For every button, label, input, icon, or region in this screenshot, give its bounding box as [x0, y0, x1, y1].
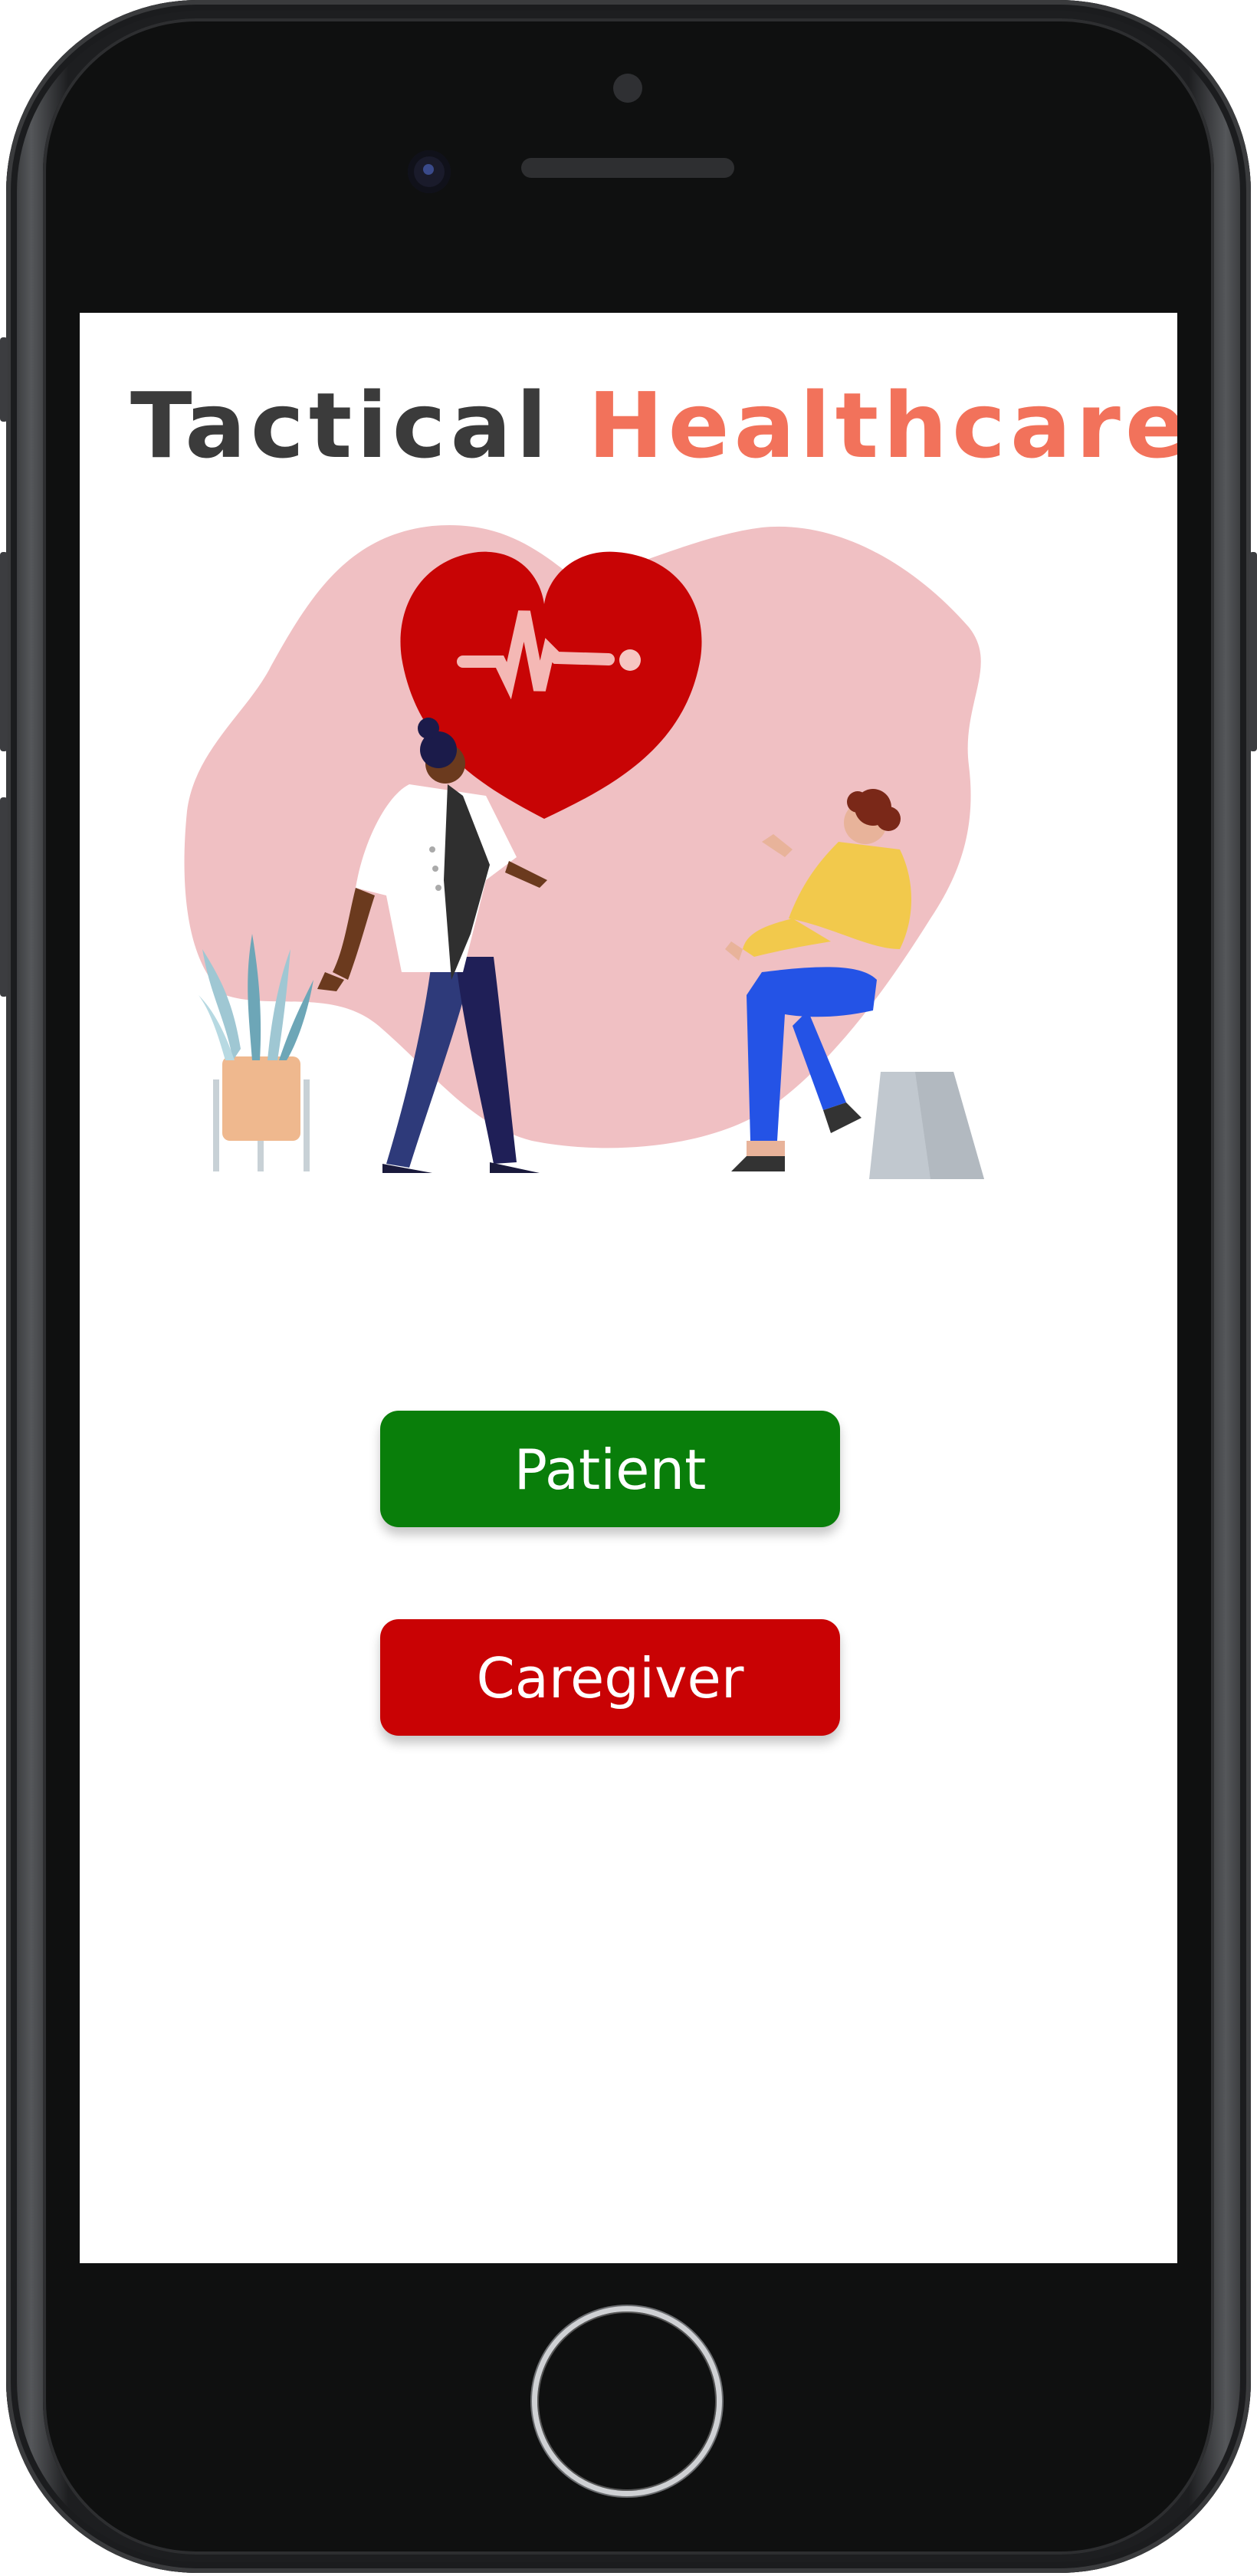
app-title-part2: Healthcare: [587, 373, 1177, 478]
app-title-part1: Tactical: [130, 373, 552, 478]
front-camera-icon: [408, 150, 451, 193]
caregiver-button[interactable]: Caregiver: [380, 1619, 840, 1736]
proximity-sensor: [613, 74, 642, 103]
home-button[interactable]: [532, 2306, 722, 2496]
earpiece-speaker: [521, 158, 734, 178]
app-title: Tactical Healthcare: [130, 380, 1177, 471]
power-button: [1249, 552, 1257, 751]
mute-switch: [0, 337, 8, 422]
app-screen: Tactical Healthcare Patient Caregiver: [80, 313, 1177, 2263]
patient-button[interactable]: Patient: [380, 1411, 840, 1527]
volume-up-button: [0, 552, 8, 751]
healthcare-illustration: [184, 524, 984, 1179]
volume-down-button: [0, 797, 8, 997]
